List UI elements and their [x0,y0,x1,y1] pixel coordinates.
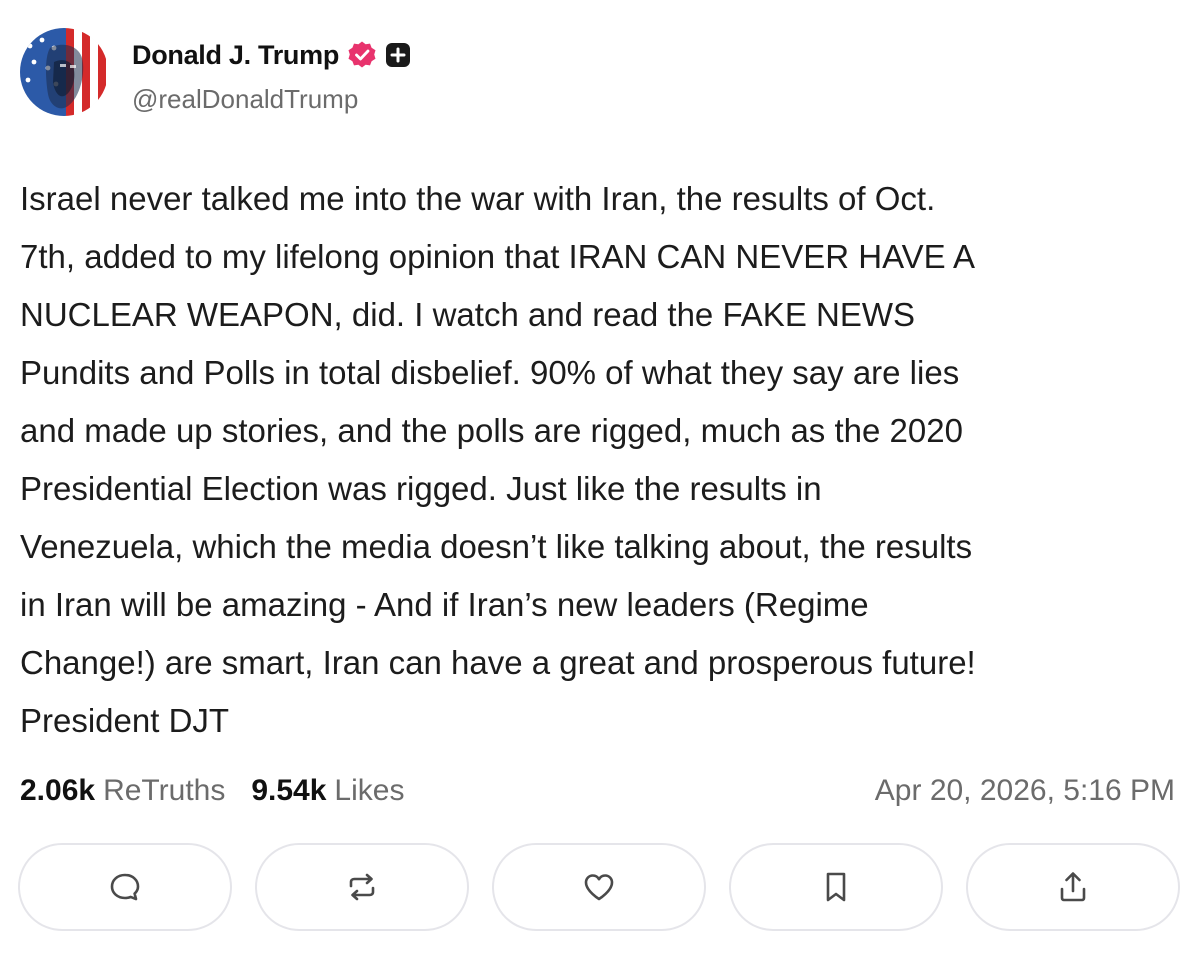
post-timestamp[interactable]: Apr 20, 2026, 5:16 PM [875,774,1175,808]
retruth-icon [349,873,375,901]
post-card: Donald J. Trump @realDonaldTrump Israel … [0,0,1200,955]
reply-button[interactable] [18,843,232,931]
author-handle[interactable]: @realDonaldTrump [132,84,411,115]
post-stats: 2.06k ReTruths 9.54k Likes Apr 20, 2026,… [20,770,1175,812]
likes-label[interactable]: Likes [334,774,404,808]
retruths-label[interactable]: ReTruths [103,774,225,808]
reply-icon [110,873,140,901]
bookmark-button[interactable] [729,843,943,931]
verified-badge-icon [348,41,376,68]
plus-badge-icon [386,43,411,67]
like-icon [584,874,614,901]
post-actions [18,843,1180,933]
like-button[interactable] [492,843,706,931]
post-body-text: Israel never talked me into the war with… [20,180,976,739]
likes-count[interactable]: 9.54k [251,774,326,808]
author-identity: Donald J. Trump @realDonaldTrump [132,28,411,115]
post-header: Donald J. Trump @realDonaldTrump [20,28,411,118]
author-display-name[interactable]: Donald J. Trump [132,40,339,71]
avatar-image [20,28,108,116]
retruths-count[interactable]: 2.06k [20,774,95,808]
name-row: Donald J. Trump [132,38,411,72]
bookmark-icon [826,872,846,902]
share-icon [1060,872,1086,902]
share-button[interactable] [966,843,1180,931]
retruth-button[interactable] [255,843,469,931]
avatar[interactable] [20,28,108,116]
